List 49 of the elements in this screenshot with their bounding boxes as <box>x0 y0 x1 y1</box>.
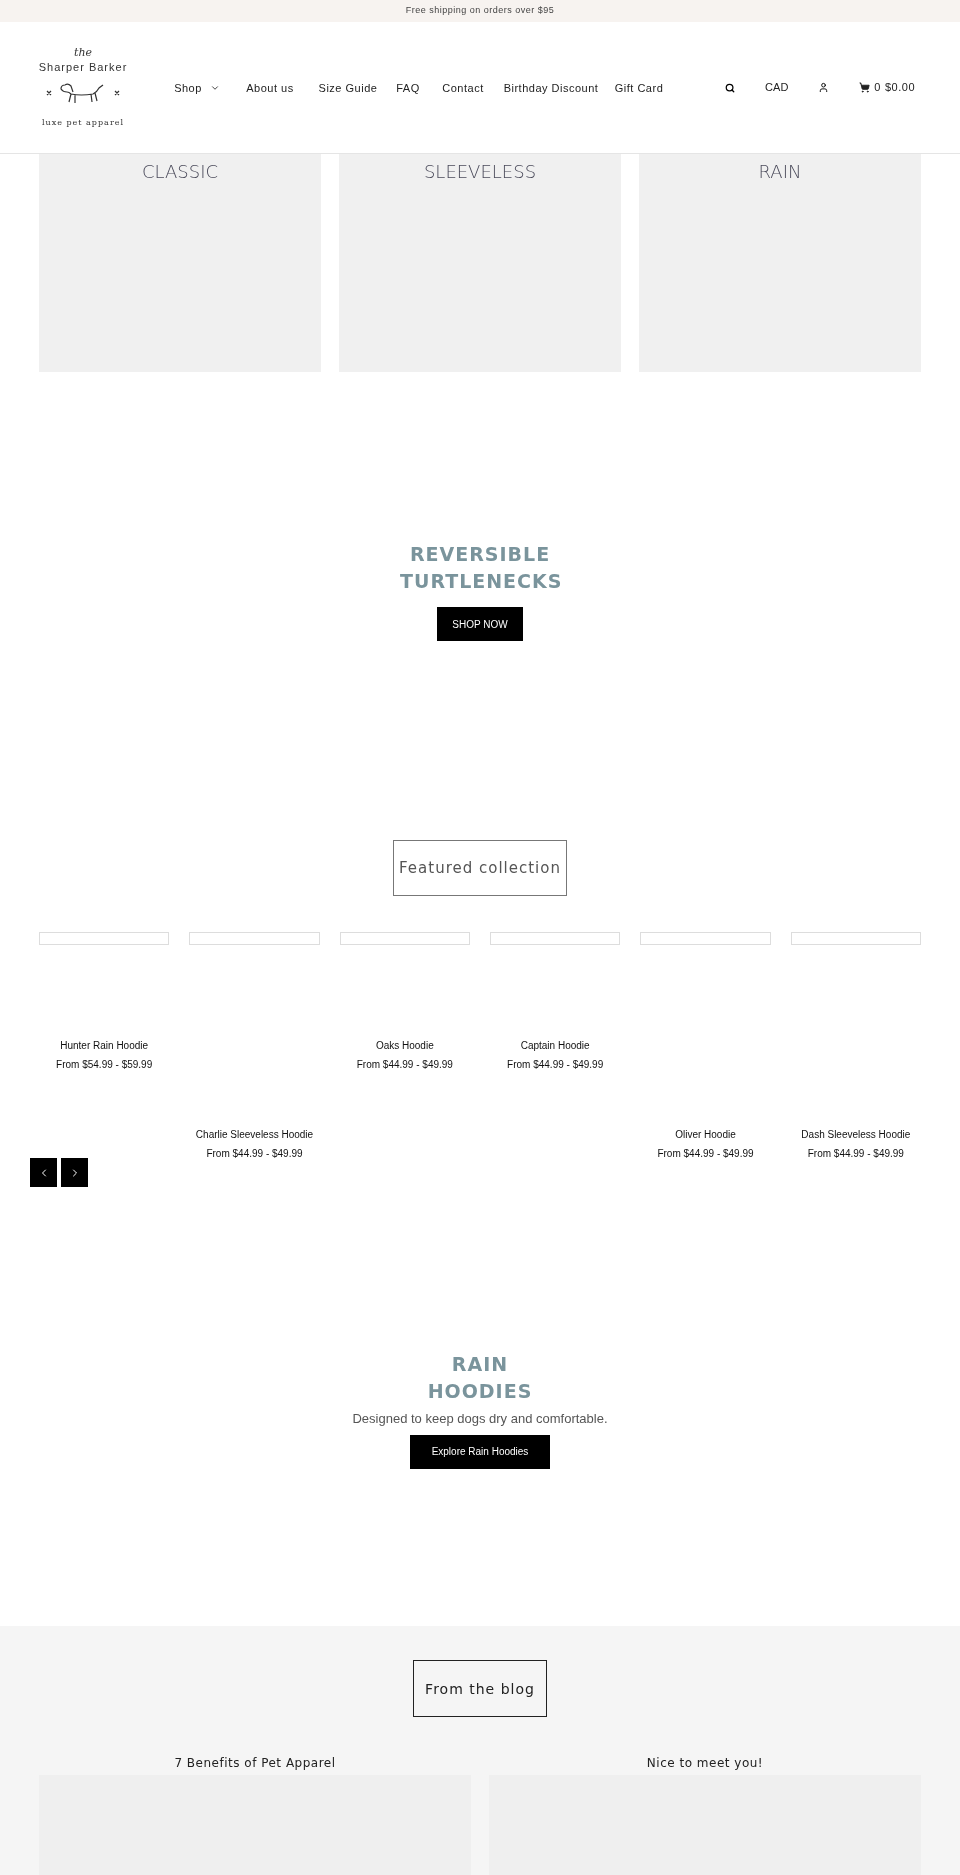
cart-link[interactable]: 0 $0.00 <box>859 79 915 96</box>
nav-link[interactable]: Gift Card <box>609 68 669 107</box>
cart-icon <box>859 82 871 94</box>
nav-link[interactable]: About us <box>235 68 305 107</box>
currency-selector[interactable]: CAD <box>765 79 789 96</box>
product-name[interactable]: Dash Sleeveless Hoodie <box>801 1125 911 1145</box>
explore-button[interactable]: Explore Rain Hoodies <box>409 1434 551 1469</box>
product-image-placeholder[interactable] <box>39 932 170 946</box>
product-price: From $44.99 - $49.99 <box>657 1147 754 1162</box>
product-name[interactable]: Hunter Rain Hoodie <box>60 1036 149 1056</box>
product-name[interactable]: Captain Hoodie <box>520 1036 590 1056</box>
hero-title: REVERSIBLE TURTLENECKS <box>400 542 560 595</box>
logo-name: Sharper Barker <box>38 61 128 73</box>
category-tile[interactable]: CLASSIC <box>39 154 321 373</box>
product-price: From $44.99 - $49.99 <box>507 1058 604 1073</box>
rain-subtitle: Designed to keep dogs dry and comfortable. <box>352 1410 608 1429</box>
blog-post-title[interactable]: Nice to meet you! <box>646 1753 764 1773</box>
nav-link[interactable]: Contact <box>433 68 493 107</box>
next-button[interactable] <box>61 1158 88 1188</box>
product-name[interactable]: Oaks Hoodie <box>375 1036 434 1056</box>
blog-post-title[interactable]: 7 Benefits of Pet Apparel <box>174 1753 336 1773</box>
nav-link[interactable]: Birthday Discount <box>501 68 601 107</box>
previous-button[interactable] <box>30 1158 57 1188</box>
category-tile[interactable]: RAIN <box>639 154 921 373</box>
nav-link[interactable]: Size Guide <box>313 68 383 107</box>
account-icon[interactable] <box>818 82 830 94</box>
search-icon[interactable] <box>725 82 736 93</box>
product-price: From $44.99 - $49.99 <box>807 1147 904 1162</box>
rain-title: RAIN HOODIES <box>426 1352 534 1405</box>
nav-link[interactable]: Shop <box>167 68 227 107</box>
logo-script: the <box>74 46 92 58</box>
nav-link[interactable]: FAQ <box>391 68 425 107</box>
logo[interactable]: the Sharper Barker luxe pet apparel <box>33 46 133 129</box>
section-title: Featured collection <box>393 840 567 897</box>
product-image-placeholder[interactable] <box>189 932 320 946</box>
product-name[interactable]: Oliver Hoodie <box>675 1125 736 1145</box>
product-price: From $44.99 - $49.99 <box>206 1147 303 1162</box>
product-image-placeholder[interactable] <box>339 932 470 946</box>
announcement-bar: Free shipping on orders over $95 <box>0 0 960 22</box>
product-image-placeholder[interactable] <box>790 932 921 946</box>
product-name[interactable]: Charlie Sleeveless Hoodie <box>195 1125 314 1145</box>
product-price: From $44.99 - $49.99 <box>356 1058 453 1073</box>
product-image-placeholder[interactable] <box>490 932 621 946</box>
section-title: From the blog <box>413 1660 547 1717</box>
shop-now-button[interactable]: SHOP NOW <box>437 607 523 642</box>
product-image-placeholder[interactable] <box>640 932 771 946</box>
category-tile[interactable]: SLEEVELESS <box>339 154 621 373</box>
product-price: From $54.99 - $59.99 <box>56 1058 153 1073</box>
logo-tagline: luxe pet apparel <box>42 116 124 129</box>
